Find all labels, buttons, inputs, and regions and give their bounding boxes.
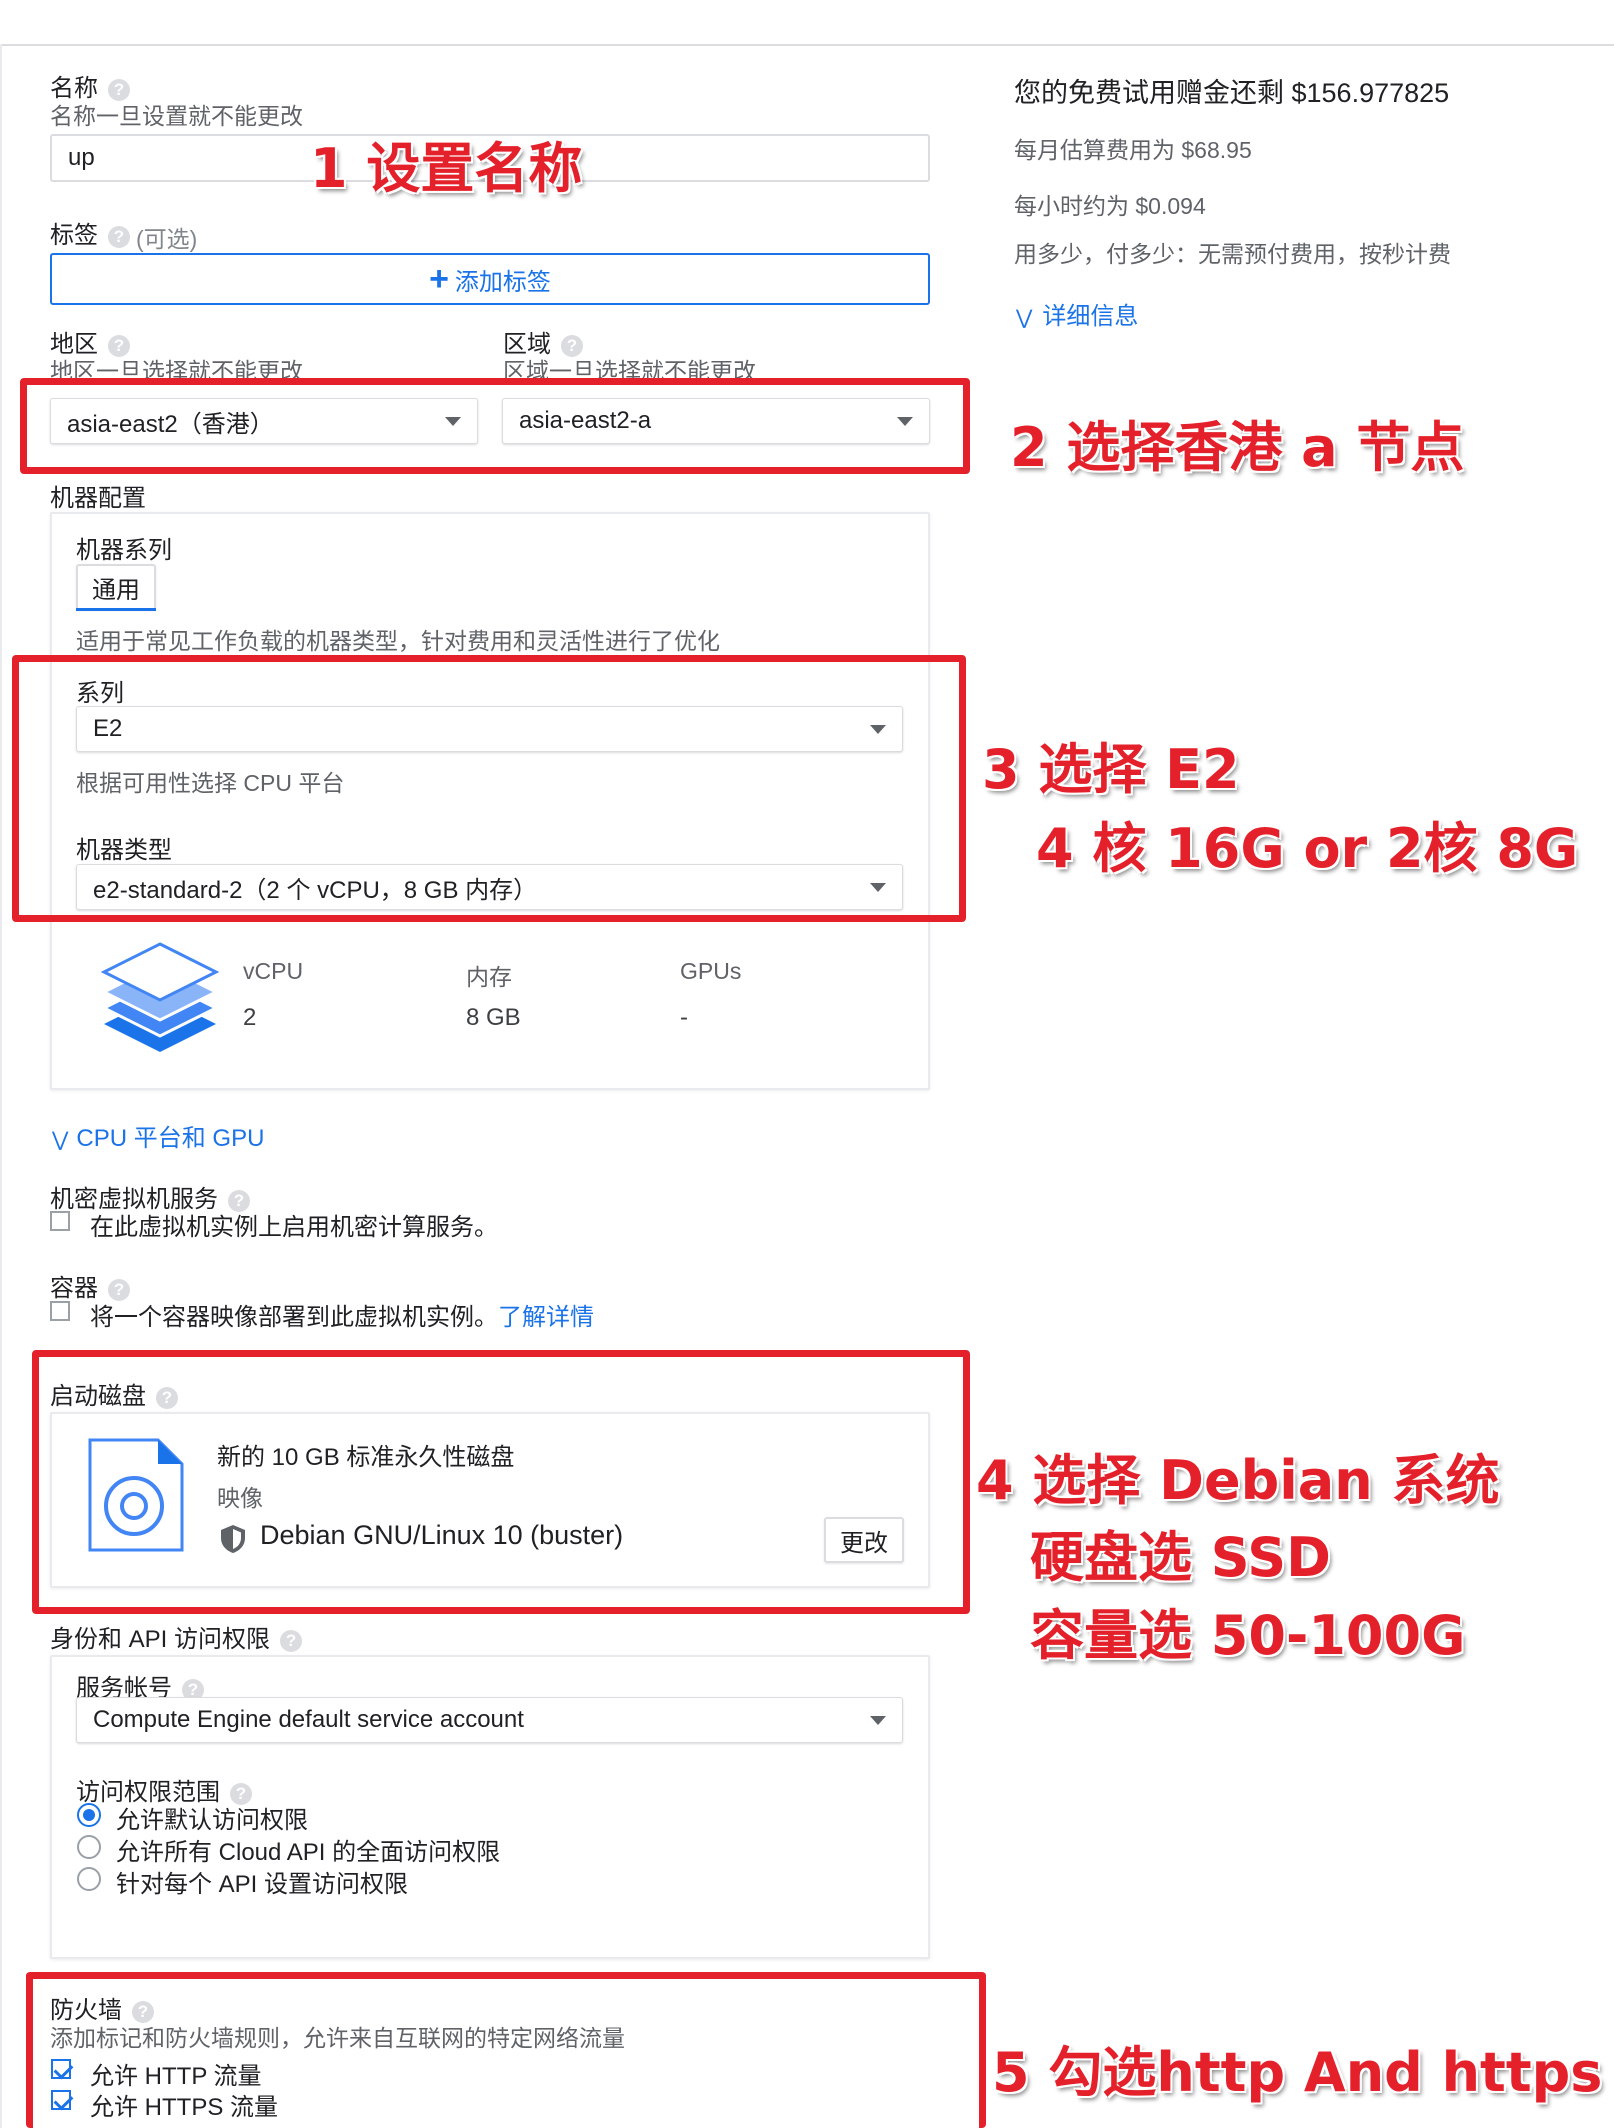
- machine-family-label: 机器系列: [76, 537, 172, 564]
- container-checkbox-label: 将一个容器映像部署到此虚拟机实例。: [90, 1304, 498, 1331]
- container-checkbox[interactable]: [50, 1301, 70, 1321]
- annotation-step-3-detail: 4 核 16G or 2核 8G: [1036, 817, 1579, 880]
- tab-indicator: [76, 608, 156, 611]
- vcpu-header: vCPU: [243, 958, 304, 984]
- name-input-value: up: [68, 144, 95, 171]
- help-icon[interactable]: ?: [108, 225, 130, 248]
- machine-family-general-tab[interactable]: 通用: [76, 564, 156, 610]
- annotation-box-region: [20, 378, 970, 474]
- name-hint: 名称一旦设置就不能更改: [50, 103, 303, 129]
- add-label-text: 添加标签: [454, 268, 551, 296]
- monthly-estimate: 每月估算费用为 $68.95: [1014, 137, 1252, 163]
- confidential-checkbox[interactable]: [50, 1211, 70, 1231]
- scope-option-full: 允许所有 Cloud API 的全面访问权限: [116, 1839, 501, 1866]
- help-icon[interactable]: ?: [280, 1629, 303, 1652]
- chevron-down-icon: [870, 1715, 886, 1725]
- memory-value: 8 GB: [466, 1004, 521, 1031]
- annotation-step-4-ssd: 硬盘选 SSD: [1030, 1526, 1331, 1589]
- free-trial-credit: 您的免费试用赠金还剩 $156.977825: [1014, 78, 1450, 108]
- optional-tag: (可选): [136, 225, 198, 252]
- labels-label: 标签: [50, 222, 98, 249]
- add-label-button[interactable]: + 添加标签: [50, 253, 930, 305]
- chevron-down-icon: ⋁: [52, 1129, 69, 1151]
- labels-label-row: 标签? (可选): [50, 215, 197, 254]
- machine-config-title: 机器配置: [50, 485, 146, 512]
- vcpu-value: 2: [243, 1004, 257, 1031]
- machine-layers-icon: [100, 942, 220, 1052]
- pricing-note: 用多少，付多少：无需预付费用，按秒计费: [1014, 241, 1451, 267]
- top-divider: [0, 44, 1614, 46]
- details-link-text: 详细信息: [1042, 303, 1139, 330]
- annotation-box-machine: [12, 655, 966, 922]
- left-divider: [0, 44, 2, 2128]
- identity-label: 身份和 API 访问权限: [50, 1626, 271, 1653]
- details-link[interactable]: ⋁ 详细信息: [1016, 296, 1138, 331]
- annotation-step-2: 2 选择香港 a 节点: [1010, 416, 1465, 479]
- cpu-platform-text: CPU 平台和 GPU: [76, 1125, 265, 1152]
- plus-icon: +: [429, 260, 449, 298]
- confidential-checkbox-label: 在此虚拟机实例上启用机密计算服务。: [90, 1214, 498, 1241]
- machine-family-general-text: 通用: [92, 576, 140, 604]
- service-account-value: Compute Engine default service account: [93, 1706, 524, 1733]
- gpu-header: GPUs: [680, 958, 742, 984]
- chevron-down-icon: ⋁: [1016, 307, 1033, 329]
- annotation-step-4: 4 选择 Debian 系统: [976, 1449, 1500, 1512]
- container-checkbox-row: 将一个容器映像部署到此虚拟机实例。了解详情: [90, 1297, 594, 1332]
- annotation-step-3: 3 选择 E2: [982, 738, 1240, 801]
- annotation-step-5: 5 勾选http And https: [992, 2041, 1603, 2104]
- scope-radio-custom[interactable]: [77, 1867, 101, 1891]
- scope-option-custom: 针对每个 API 设置访问权限: [116, 1871, 409, 1898]
- machine-family-description: 适用于常见工作负载的机器类型，针对费用和灵活性进行了优化: [76, 628, 720, 654]
- annotation-box-firewall: [26, 1972, 986, 2128]
- service-account-select[interactable]: Compute Engine default service account: [76, 1697, 903, 1743]
- scope-option-default: 允许默认访问权限: [116, 1807, 308, 1834]
- learn-more-link[interactable]: 了解详情: [498, 1304, 594, 1331]
- hourly-estimate: 每小时约为 $0.094: [1014, 193, 1206, 219]
- memory-header: 内存: [466, 964, 512, 990]
- scope-radio-default[interactable]: [77, 1803, 101, 1827]
- scope-radio-full[interactable]: [77, 1835, 101, 1859]
- cpu-platform-link[interactable]: ⋁ CPU 平台和 GPU: [52, 1118, 264, 1153]
- annotation-step-1: 1 设置名称: [310, 137, 583, 200]
- annotation-box-disk: [32, 1350, 970, 1614]
- gpu-value: -: [680, 1004, 688, 1031]
- identity-label-row: 身份和 API 访问权限?: [50, 1619, 303, 1654]
- annotation-step-4-capacity: 容量选 50-100G: [1030, 1604, 1466, 1667]
